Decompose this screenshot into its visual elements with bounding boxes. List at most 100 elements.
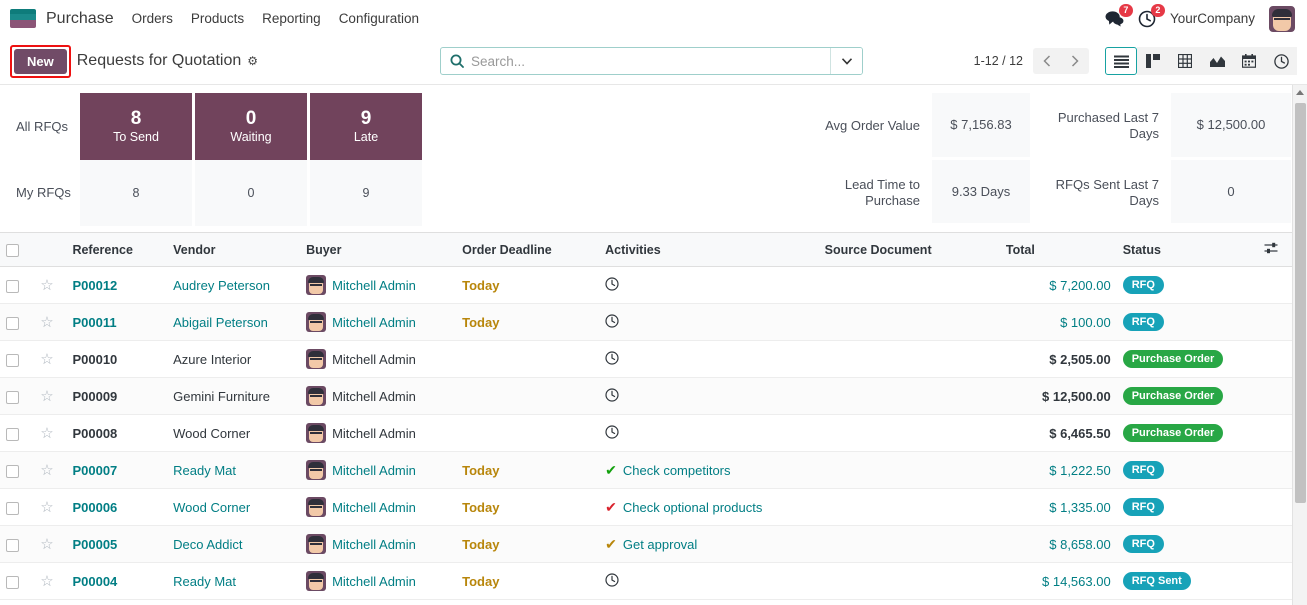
reference-value[interactable]: P00004 xyxy=(72,574,117,589)
row-checkbox[interactable] xyxy=(6,390,19,404)
kpi-my-waiting[interactable]: 0 xyxy=(195,159,307,226)
table-row[interactable]: ☆ P00006 Wood Corner Mitchell Admin Today ✔ Ch… xyxy=(0,488,1292,526)
kpi-all-waiting[interactable]: 0 Waiting xyxy=(195,93,307,160)
row-checkbox[interactable] xyxy=(6,464,19,478)
cell-order-deadline[interactable]: Today xyxy=(456,451,600,489)
kpi-all-late[interactable]: 9 Late xyxy=(310,93,422,160)
star-icon[interactable]: ☆ xyxy=(40,536,53,553)
scroll-up-button[interactable] xyxy=(1293,85,1307,100)
cell-vendor[interactable]: Gemini Furniture xyxy=(167,377,301,415)
cell-status[interactable]: RFQ xyxy=(1116,303,1258,341)
cell-total[interactable]: $ 14,563.00 xyxy=(999,562,1117,600)
scrollbar-thumb[interactable] xyxy=(1295,103,1306,503)
gear-icon[interactable]: ⚙ xyxy=(247,54,258,68)
cell-total[interactable]: $ 1,222.50 xyxy=(999,451,1117,489)
vendor-value[interactable]: Audrey Peterson xyxy=(173,278,270,293)
cell-activities[interactable] xyxy=(599,340,819,378)
kanban-icon[interactable] xyxy=(1137,47,1169,75)
activity-entry[interactable]: ✔ Check competitors xyxy=(605,463,813,478)
reference-value[interactable]: P00011 xyxy=(72,315,116,330)
buyer-value[interactable]: Mitchell Admin xyxy=(332,500,416,515)
cell-activities[interactable] xyxy=(599,377,819,415)
activity-entry[interactable]: ✔ Check optional products xyxy=(605,500,813,515)
cell-order-deadline[interactable] xyxy=(456,377,600,415)
clock-icon[interactable] xyxy=(605,572,619,587)
cell-source-document[interactable] xyxy=(818,340,1000,378)
cell-order-deadline[interactable]: Today xyxy=(456,266,600,304)
kpi-my-late[interactable]: 9 xyxy=(310,159,422,226)
vertical-scrollbar[interactable] xyxy=(1292,85,1307,605)
cell-buyer[interactable]: Mitchell Admin xyxy=(300,562,457,600)
clock-icon[interactable] xyxy=(605,387,619,402)
star-icon[interactable]: ☆ xyxy=(40,499,53,516)
star-icon[interactable]: ☆ xyxy=(40,462,53,479)
cell-order-deadline[interactable]: Today xyxy=(456,562,600,600)
menu-item-orders[interactable]: Orders xyxy=(132,11,173,26)
star-icon[interactable]: ☆ xyxy=(40,277,53,294)
header-source-document[interactable]: Source Document xyxy=(818,232,1000,267)
pager-counter[interactable]: 1-12 / 12 xyxy=(974,54,1023,68)
table-row[interactable]: ☆ P00011 Abigail Peterson Mitchell Admin Tod… xyxy=(0,303,1292,341)
cell-status[interactable]: Purchase Order xyxy=(1116,377,1258,415)
header-reference[interactable]: Reference xyxy=(66,232,168,267)
cell-reference[interactable]: P00009 xyxy=(66,377,168,415)
company-name[interactable]: YourCompany xyxy=(1170,11,1255,26)
cell-order-deadline[interactable]: Today xyxy=(456,303,600,341)
activity-label[interactable]: Check competitors xyxy=(623,463,731,478)
cell-activities[interactable] xyxy=(599,303,819,341)
cell-total[interactable]: $ 100.00 xyxy=(999,303,1117,341)
reference-value[interactable]: P00006 xyxy=(72,500,117,515)
cell-source-document[interactable] xyxy=(818,377,1000,415)
vendor-value[interactable]: Ready Mat xyxy=(173,574,236,589)
cell-status[interactable]: RFQ xyxy=(1116,525,1258,563)
menu-item-configuration[interactable]: Configuration xyxy=(339,11,419,26)
star-icon[interactable]: ☆ xyxy=(40,314,53,331)
star-icon[interactable]: ☆ xyxy=(40,388,53,405)
row-checkbox[interactable] xyxy=(6,501,19,515)
cell-activities[interactable] xyxy=(599,414,819,452)
table-row[interactable]: ☆ P00008 Wood Corner Mitchell Admin $ 6,465.… xyxy=(0,414,1292,452)
cell-source-document[interactable] xyxy=(818,303,1000,341)
table-row[interactable]: ☆ P00010 Azure Interior Mitchell Admin $ 2,5… xyxy=(0,340,1292,378)
cell-total[interactable]: $ 1,335.00 xyxy=(999,488,1117,526)
buyer-value[interactable]: Mitchell Admin xyxy=(332,278,416,293)
row-checkbox[interactable] xyxy=(6,538,19,552)
header-status[interactable]: Status xyxy=(1116,232,1258,267)
table-row[interactable]: ☆ P00005 Deco Addict Mitchell Admin Today ✔ Ge… xyxy=(0,525,1292,563)
cell-source-document[interactable] xyxy=(818,525,1000,563)
cell-order-deadline[interactable]: Today xyxy=(456,525,600,563)
cell-activities[interactable] xyxy=(599,266,819,304)
cell-reference[interactable]: P00008 xyxy=(66,414,168,452)
header-vendor[interactable]: Vendor xyxy=(167,232,301,267)
cell-vendor[interactable]: Audrey Peterson xyxy=(167,266,301,304)
star-icon[interactable]: ☆ xyxy=(40,351,53,368)
new-button[interactable]: New xyxy=(14,48,67,74)
cell-vendor[interactable]: Ready Mat xyxy=(167,451,301,489)
activity-entry[interactable]: ✔ Get approval xyxy=(605,537,813,552)
pager-next-button[interactable] xyxy=(1061,48,1089,74)
cell-source-document[interactable] xyxy=(818,266,1000,304)
cell-buyer[interactable]: Mitchell Admin xyxy=(300,340,457,378)
cell-buyer[interactable]: Mitchell Admin xyxy=(300,266,457,304)
cell-total[interactable]: $ 12,500.00 xyxy=(999,377,1117,415)
cell-buyer[interactable]: Mitchell Admin xyxy=(300,525,457,563)
cell-reference[interactable]: P00005 xyxy=(66,525,168,563)
search-dropdown-toggle[interactable] xyxy=(830,48,862,74)
row-checkbox[interactable] xyxy=(6,316,19,330)
graph-icon[interactable] xyxy=(1201,47,1233,75)
kpi-metric-value-lead-time[interactable]: 9.33 Days xyxy=(932,159,1030,223)
clock-icon[interactable] xyxy=(605,276,619,291)
buyer-value[interactable]: Mitchell Admin xyxy=(332,537,416,552)
cell-reference[interactable]: P00006 xyxy=(66,488,168,526)
row-checkbox[interactable] xyxy=(6,575,19,589)
header-order-deadline[interactable]: Order Deadline xyxy=(456,232,600,267)
reference-value[interactable]: P00012 xyxy=(72,278,117,293)
cell-source-document[interactable] xyxy=(818,414,1000,452)
clock-icon[interactable] xyxy=(1265,47,1297,75)
cell-reference[interactable]: P00012 xyxy=(66,266,168,304)
cell-buyer[interactable]: Mitchell Admin xyxy=(300,414,457,452)
cell-total[interactable]: $ 2,505.00 xyxy=(999,340,1117,378)
sliders-icon[interactable] xyxy=(1257,232,1292,267)
cell-activities[interactable]: ✔ Get approval xyxy=(599,525,819,563)
list-icon[interactable] xyxy=(1105,47,1137,75)
